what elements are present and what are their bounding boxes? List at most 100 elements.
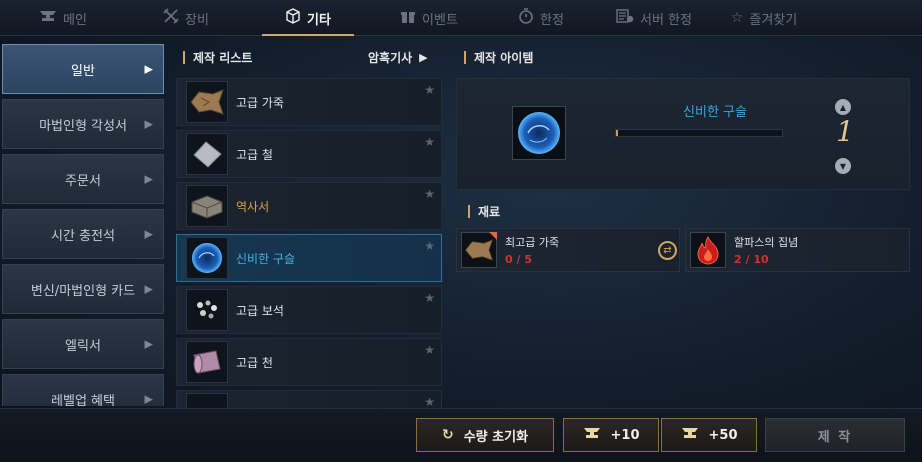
button-label: 제 작 [817, 429, 853, 445]
arrow-right-icon: ▶ [144, 392, 153, 406]
arrow-right-icon: ▶ [144, 282, 153, 296]
swap-material-icon[interactable]: ⇄ [658, 241, 677, 260]
item-name: 고급 천 [236, 355, 273, 370]
category-label: 주문서 [65, 173, 101, 189]
category-list: 일반 ▶ 마법인형 각성서 ▶ 주문서 ▶ 시간 충전석 ▶ 변신/마법인형 카… [2, 44, 164, 406]
category-label: 시간 충전석 [51, 228, 115, 244]
tab-etc[interactable]: 기타 [246, 0, 370, 36]
list-item[interactable]: 고급 보석 ★ [176, 286, 442, 334]
heading-marker [183, 51, 185, 64]
crossed-swords-icon [163, 8, 179, 28]
arrow-right-icon: ▶ [144, 117, 153, 131]
partial-item-icon [186, 393, 228, 408]
category-label: 엘릭서 [65, 338, 101, 354]
tab-favorites[interactable]: ☆ 즐겨찾기 [714, 0, 814, 36]
craft-item-heading: 제작 아이템 [464, 49, 533, 66]
star-icon: ☆ [730, 10, 744, 26]
material-slot[interactable]: 최고급 가죽 0 / 5 [456, 228, 680, 272]
item-name: 고급 가죽 [236, 95, 284, 110]
favorite-star-icon[interactable]: ★ [424, 343, 435, 357]
category-elixir[interactable]: 엘릭서 ▶ [2, 319, 164, 369]
button-label: +50 [708, 427, 738, 443]
category-label: 변신/마법인형 카드 [30, 283, 136, 299]
craft-list-title: 제작 리스트 [193, 51, 253, 65]
category-doll-awakening[interactable]: 마법인형 각성서 ▶ [2, 99, 164, 149]
favorite-star-icon[interactable]: ★ [424, 135, 435, 149]
material-slot[interactable]: 할파스의 집념 2 / 10 [685, 228, 910, 272]
red-flame-icon [690, 232, 726, 268]
craft-item-panel: 신비한 구슬 ▲ 1 ▼ [456, 78, 910, 190]
craft-list: 고급 가죽 ★ 고급 철 ★ 역사서 ★ 신비한 구슬 ★ 고급 보석 ★ 고급… [176, 78, 442, 408]
list-item[interactable]: 고급 가죽 ★ [176, 78, 442, 126]
favorite-star-icon[interactable]: ★ [424, 395, 435, 408]
craft-button[interactable]: 제 작 [765, 418, 905, 452]
craft-item-name: 신비한 구슬 [683, 105, 747, 120]
tab-label: 한정 [540, 12, 564, 28]
list-item[interactable]: 역사서 ★ [176, 182, 442, 230]
tab-event[interactable]: 이벤트 [370, 0, 488, 36]
reset-quantity-button[interactable]: ↻ 수량 초기화 [416, 418, 554, 452]
arrow-right-icon: ▶ [144, 227, 153, 241]
material-count: 2 / 10 [734, 253, 769, 266]
leather-hide-icon [186, 81, 228, 123]
item-name: 고급 보석 [236, 303, 284, 318]
craft-progress-bar [615, 129, 783, 137]
tab-main[interactable]: 메인 [0, 0, 126, 36]
item-name: 역사서 [236, 199, 270, 214]
anvil-icon [583, 427, 601, 443]
arrow-right-icon: ▶ [144, 172, 153, 186]
stopwatch-icon [518, 8, 534, 28]
refresh-icon: ↻ [441, 427, 454, 443]
category-label: 레벨업 혜택 [51, 393, 115, 407]
list-item[interactable]: 신비한 구슬 ★ [176, 234, 442, 282]
category-scroll[interactable]: 주문서 ▶ [2, 154, 164, 204]
quantity-down-button[interactable]: ▼ [835, 158, 851, 174]
cube-icon [285, 8, 301, 28]
item-name: 신비한 구슬 [236, 251, 296, 266]
button-label: +10 [610, 427, 640, 443]
gift-icon [400, 8, 416, 28]
tab-label: 이벤트 [422, 12, 458, 28]
material-count: 0 / 5 [505, 253, 532, 266]
leather-hide-icon [461, 232, 497, 268]
favorite-star-icon[interactable]: ★ [424, 239, 435, 253]
book-icon [186, 185, 228, 227]
server-timer-icon [616, 8, 634, 28]
add-50-button[interactable]: +50 [661, 418, 757, 452]
category-label: 일반 [71, 63, 95, 79]
list-item[interactable]: ★ [176, 390, 442, 408]
class-filter[interactable]: 암흑기사 ▶ [368, 49, 428, 66]
favorite-star-icon[interactable]: ★ [424, 291, 435, 305]
tab-label: 장비 [185, 12, 209, 28]
category-label: 마법인형 각성서 [39, 118, 127, 134]
tab-limited[interactable]: 한정 [488, 0, 594, 36]
category-transform-card[interactable]: 변신/마법인형 카드 ▶ [2, 264, 164, 314]
craft-quantity[interactable]: 1 [832, 115, 858, 148]
favorite-star-icon[interactable]: ★ [424, 83, 435, 97]
craft-progress-fill [616, 130, 618, 136]
category-general[interactable]: 일반 ▶ [2, 44, 164, 94]
tab-label: 서버 한정 [640, 12, 692, 28]
add-10-button[interactable]: +10 [563, 418, 659, 452]
quantity-up-button[interactable]: ▲ [835, 99, 851, 115]
craft-item-title: 제작 아이템 [474, 51, 534, 65]
category-levelup-benefit[interactable]: 레벨업 혜택 ▶ [2, 374, 164, 406]
favorite-star-icon[interactable]: ★ [424, 187, 435, 201]
button-label: 수량 초기화 [463, 429, 529, 445]
tab-server-limited[interactable]: 서버 한정 [594, 0, 714, 36]
anvil-icon [39, 10, 57, 26]
craft-list-heading: 제작 리스트 [183, 49, 252, 66]
arrow-right-icon: ▶ [144, 337, 153, 351]
top-tab-bar: 메인 장비 기타 이벤트 한정 서버 한정 ☆ 즐겨찾기 [0, 0, 922, 36]
anvil-icon [681, 427, 699, 443]
category-time-charge-stone[interactable]: 시간 충전석 ▶ [2, 209, 164, 259]
materials-heading: 재료 [468, 203, 500, 220]
mystic-orb-icon [186, 237, 228, 279]
list-item[interactable]: 고급 철 ★ [176, 130, 442, 178]
class-filter-label: 암흑기사 [368, 51, 413, 65]
materials-title: 재료 [478, 205, 501, 219]
arrow-right-icon: ▶ [419, 51, 428, 64]
tab-equipment[interactable]: 장비 [126, 0, 246, 36]
list-item[interactable]: 고급 천 ★ [176, 338, 442, 386]
material-name: 할파스의 집념 [734, 236, 799, 249]
